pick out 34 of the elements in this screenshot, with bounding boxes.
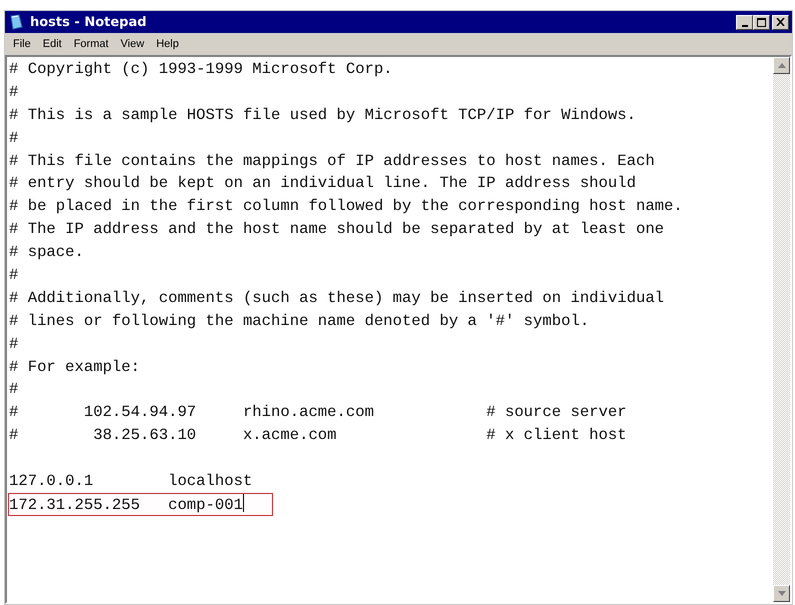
close-icon — [776, 18, 785, 26]
scroll-up-icon[interactable] — [773, 57, 790, 74]
text-line: # — [8, 379, 20, 400]
vertical-scrollbar[interactable] — [773, 57, 790, 602]
text-line: # The IP address and the host name should be separated by at least one — [8, 219, 666, 240]
text-line: # 38.25.63.10 x.acme.com # x client host — [8, 425, 628, 446]
text-line: # For example: — [8, 356, 142, 378]
window-title: hosts - Notepad — [30, 14, 148, 30]
text-line: # Additionally, comments (such as these) may be inserted on individual — [8, 288, 666, 309]
menu-item[interactable]: File — [7, 38, 37, 50]
text-line: # entry should be kept on an individual line. The IP address should — [8, 173, 637, 194]
text-line: # This is a sample HOSTS file used by Microsoft TCP/IP for Windows. — [8, 104, 637, 126]
scroll-down-icon[interactable] — [773, 585, 790, 602]
text-line: # lines or following the machine name denoted by a '#' symbol. — [8, 310, 590, 332]
text-line: # 102.54.94.97 rhino.acme.com # source server — [8, 402, 628, 424]
text-line: # — [8, 82, 20, 103]
notepad-icon — [8, 14, 24, 30]
menu-item[interactable]: Format — [68, 38, 115, 50]
text-line: 127.0.0.1 localhost — [8, 471, 254, 492]
text-line: # be placed in the first column followed by the corresponding host name. — [8, 196, 684, 218]
menu-item[interactable]: Help — [150, 38, 185, 50]
text-line: # Copyright (c) 1993-1999 Microsoft Corp. — [8, 59, 394, 80]
text-line: # — [8, 334, 20, 355]
menu-item[interactable]: View — [114, 38, 150, 50]
text-line: # — [8, 128, 20, 149]
text-line: # space. — [8, 242, 85, 264]
maximize-icon — [757, 18, 766, 26]
minimize-icon — [742, 24, 748, 26]
maximize-button[interactable] — [753, 14, 770, 30]
close-button[interactable] — [772, 14, 789, 30]
text-line: # This file contains the mappings of IP addresses to host names. Each — [8, 150, 656, 172]
minimize-button[interactable] — [736, 14, 753, 30]
menu-item[interactable]: Edit — [36, 38, 68, 50]
text-line: # — [8, 265, 20, 286]
